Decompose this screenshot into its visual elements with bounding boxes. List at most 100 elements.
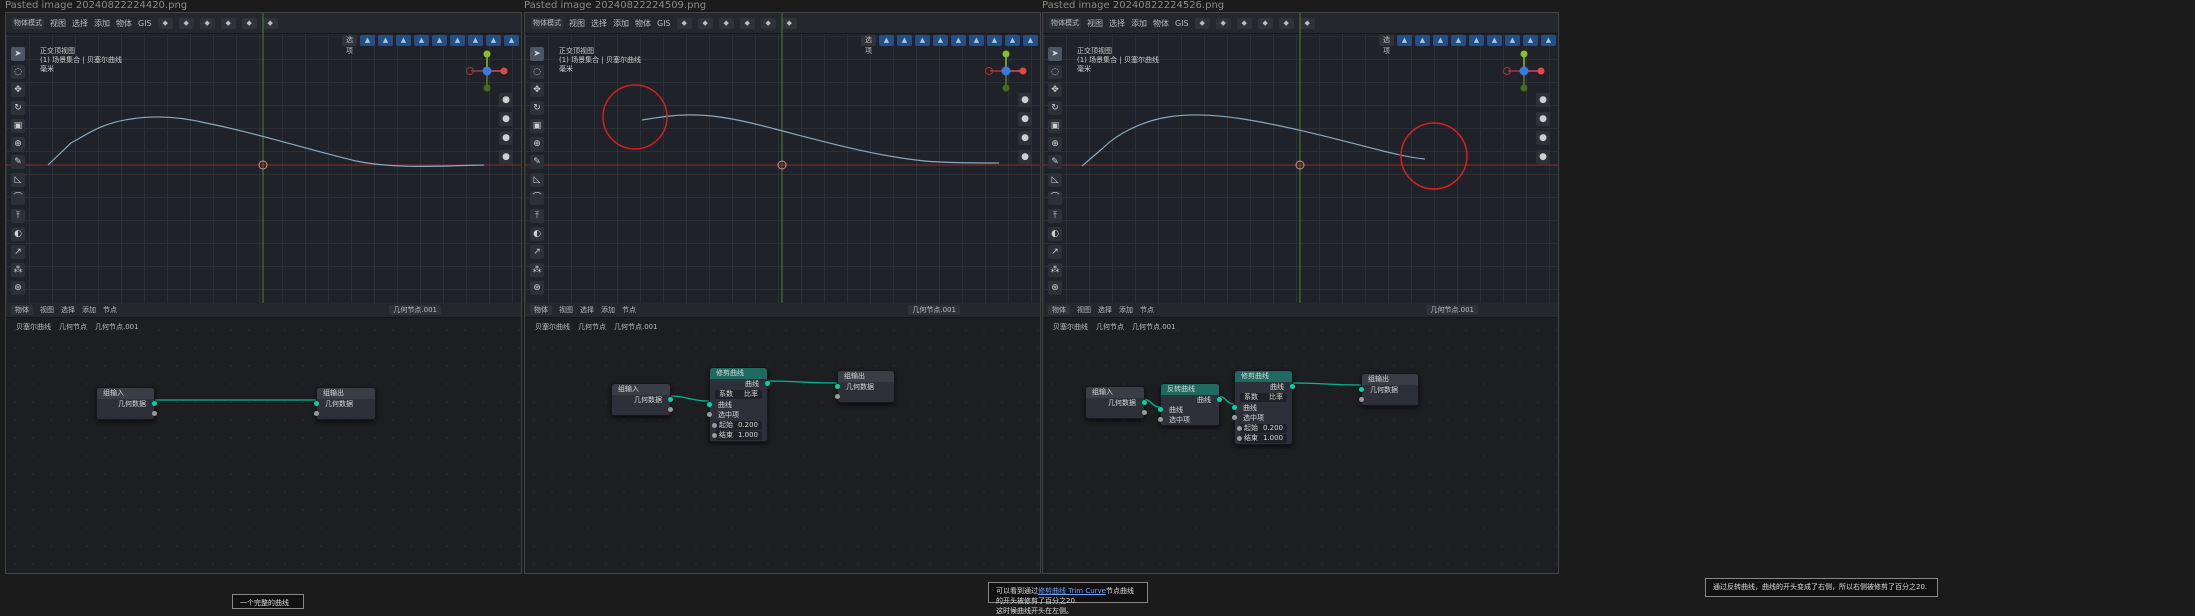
socket-dot[interactable]	[707, 402, 712, 407]
socket-dot[interactable]	[1142, 410, 1147, 415]
add-bezier-icon[interactable]: ⊛	[1048, 281, 1062, 295]
extrude-icon[interactable]: ⤒	[530, 209, 544, 223]
node-link[interactable]	[1290, 382, 1362, 386]
field-value[interactable]: 比率	[744, 390, 758, 399]
overlay-toggle-icon[interactable]: ▲	[1541, 34, 1556, 46]
socket-dot[interactable]	[1232, 405, 1237, 410]
menu-item[interactable]: 视图	[40, 305, 54, 315]
socket-dot[interactable]	[1237, 426, 1242, 431]
socket-dot[interactable]	[314, 411, 319, 416]
node-editor[interactable]: 物体 视图 选择 添加 节点 几何节点.001 贝塞尔曲线 几何节点 几何节点.001 组输入 几何…	[6, 303, 521, 573]
breadcrumb-item[interactable]: 几何节点.001	[1132, 322, 1176, 332]
select-circle-icon[interactable]: ◌	[11, 65, 25, 79]
socket-dot[interactable]	[1142, 400, 1147, 405]
bezier-curve[interactable]	[1081, 114, 1426, 167]
overlay-toggle-icon[interactable]: ▲	[1523, 34, 1538, 46]
menu-item[interactable]: 添加	[601, 305, 615, 315]
node[interactable]: 组输入 几何数据	[96, 387, 157, 420]
transform-icon[interactable]: ⊕	[11, 137, 25, 151]
pan-hand-icon[interactable]: ●	[499, 112, 513, 126]
socket-dot[interactable]	[1158, 417, 1163, 422]
socket-dot[interactable]	[835, 394, 840, 399]
node-group-selector[interactable]: 几何节点.001	[908, 305, 960, 315]
overlay-toggle-icon[interactable]: ▲	[468, 34, 483, 46]
overlay-toggle-icon[interactable]: ▲	[450, 34, 465, 46]
measure-icon[interactable]: ◺	[1048, 173, 1062, 187]
socket-dot[interactable]	[1290, 384, 1295, 389]
camera-icon[interactable]: ●	[1018, 131, 1032, 145]
overlay-toggle-icon[interactable]: ▲	[1451, 34, 1466, 46]
overlay-toggle-icon[interactable]: ▲	[396, 34, 411, 46]
menu-item[interactable]: 节点	[622, 305, 636, 315]
socket-dot[interactable]	[1217, 397, 1222, 402]
navigation-gizmo[interactable]	[1502, 49, 1546, 93]
pan-hand-icon[interactable]: ●	[1018, 112, 1032, 126]
field-value[interactable]: 0.200	[1263, 424, 1283, 433]
breadcrumb-item[interactable]: 几何节点	[59, 322, 87, 332]
extrude-icon[interactable]: ⤒	[1048, 209, 1062, 223]
navigation-gizmo[interactable]	[465, 49, 509, 93]
editor-type-dropdown[interactable]: 物体	[1048, 305, 1070, 315]
node-editor[interactable]: 物体 视图 选择 添加 节点 几何节点.001 贝塞尔曲线 几何节点 几何节点.001 组输入 几何…	[1043, 303, 1558, 573]
node-field[interactable]: 起始 0.200	[712, 421, 762, 430]
tilt-icon[interactable]: ↗	[11, 245, 25, 259]
overlay-toggle-icon[interactable]: ▲	[504, 34, 519, 46]
grid-icon[interactable]: ●	[1018, 150, 1032, 164]
measure-icon[interactable]: ◺	[530, 173, 544, 187]
menu-item[interactable]: 节点	[1140, 305, 1154, 315]
editor-type-dropdown[interactable]: 物体	[530, 305, 552, 315]
radius-icon[interactable]: ◐	[530, 227, 544, 241]
rotate-icon[interactable]: ↻	[1048, 101, 1062, 115]
breadcrumb-item[interactable]: 几何节点.001	[95, 322, 139, 332]
menu-item[interactable]: 选择	[61, 305, 75, 315]
navigation-gizmo[interactable]	[984, 49, 1028, 93]
zoom-icon[interactable]: ●	[499, 93, 513, 107]
extrude-icon[interactable]: ⤒	[11, 209, 25, 223]
field-value[interactable]: 1.000	[1263, 434, 1283, 443]
node-link[interactable]	[765, 380, 838, 384]
curve-draw-icon[interactable]: ⌒	[530, 191, 544, 205]
pan-hand-icon[interactable]: ●	[1536, 112, 1550, 126]
menu-item[interactable]: 节点	[103, 305, 117, 315]
node-field[interactable]: 结束 1.000	[1237, 434, 1287, 443]
overlay-toggle-icon[interactable]: ▲	[951, 34, 966, 46]
overlay-toggle-icon[interactable]: ▲	[933, 34, 948, 46]
zoom-icon[interactable]: ●	[1018, 93, 1032, 107]
node[interactable]: 组输入 几何数据	[1085, 386, 1147, 419]
overlay-toggle-icon[interactable]: ▲	[1487, 34, 1502, 46]
scale-icon[interactable]: ▣	[530, 119, 544, 133]
node[interactable]: 修剪曲线 曲线 系数 比率 曲线 选中项 起始 0.200 结束 1.000	[707, 367, 770, 442]
curve-draw-icon[interactable]: ⌒	[11, 191, 25, 205]
3d-viewport[interactable]: 物体模式视图选择添加物体GIS◆◆◆◆◆◆选项▲▲▲▲▲▲▲▲▲▲▲▲▲▲正交顶…	[1043, 13, 1558, 303]
move-icon[interactable]: ✥	[1048, 83, 1062, 97]
overlay-toggle-icon[interactable]: ▲	[1505, 34, 1520, 46]
annotate-icon[interactable]: ✎	[530, 155, 544, 169]
breadcrumb-item[interactable]: 贝塞尔曲线	[535, 322, 570, 332]
move-icon[interactable]: ✥	[11, 83, 25, 97]
node[interactable]: 组输出 几何数据	[835, 370, 895, 403]
3d-viewport[interactable]: 物体模式视图选择添加物体GIS◆◆◆◆◆◆选项▲▲▲▲▲▲▲▲▲▲▲▲▲▲正交顶…	[6, 13, 521, 303]
overlay-toggle-icon[interactable]: ▲	[897, 34, 912, 46]
cursor-icon[interactable]: ➤	[1048, 47, 1062, 61]
menu-item[interactable]: 添加	[82, 305, 96, 315]
node[interactable]: 组输出 几何数据	[1359, 373, 1419, 406]
node-link[interactable]	[668, 395, 710, 402]
cursor-icon[interactable]: ➤	[11, 47, 25, 61]
tilt-icon[interactable]: ↗	[530, 245, 544, 259]
annotate-icon[interactable]: ✎	[1048, 155, 1062, 169]
socket-dot[interactable]	[1158, 407, 1163, 412]
overlay-toggle-icon[interactable]: ▲	[1433, 34, 1448, 46]
add-bezier-icon[interactable]: ⊛	[11, 281, 25, 295]
measure-icon[interactable]: ◺	[11, 173, 25, 187]
options-dropdown[interactable]: 选项	[342, 34, 357, 55]
camera-icon[interactable]: ●	[1536, 131, 1550, 145]
transform-icon[interactable]: ⊕	[1048, 137, 1062, 151]
overlay-toggle-icon[interactable]: ▲	[915, 34, 930, 46]
zoom-icon[interactable]: ●	[1536, 93, 1550, 107]
menu-item[interactable]: 选择	[1098, 305, 1112, 315]
randomize-icon[interactable]: ⁂	[11, 263, 25, 277]
menu-item[interactable]: 视图	[1077, 305, 1091, 315]
field-value[interactable]: 比率	[1269, 393, 1283, 402]
socket-dot[interactable]	[152, 401, 157, 406]
menu-item[interactable]: 选择	[580, 305, 594, 315]
